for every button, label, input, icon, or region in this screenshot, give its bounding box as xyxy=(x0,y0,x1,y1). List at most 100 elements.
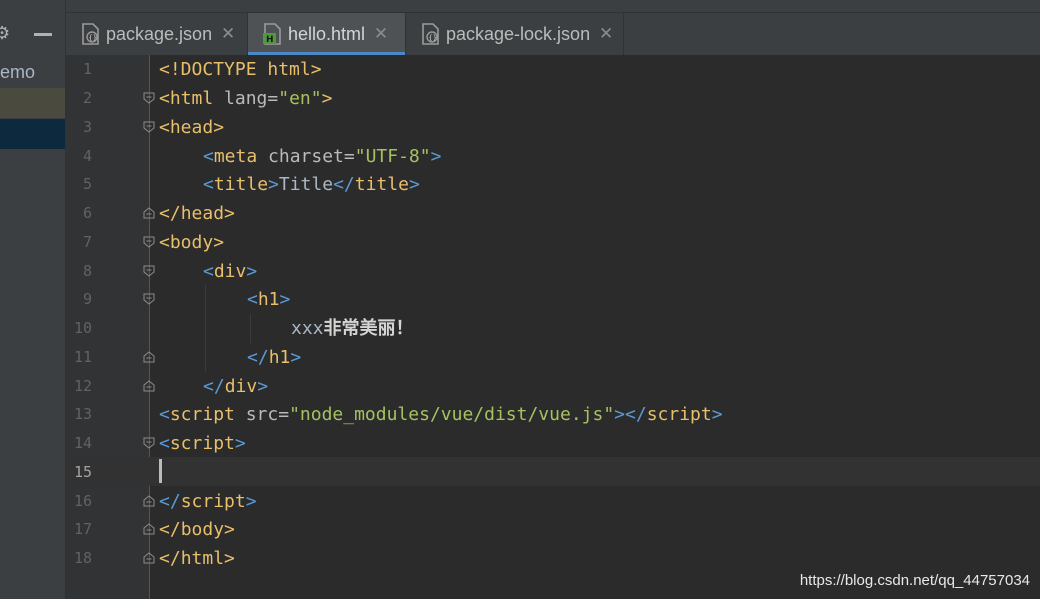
project-tree-row-highlighted[interactable] xyxy=(0,88,65,118)
line-number: 11 xyxy=(73,348,92,366)
line-number: 10 xyxy=(73,319,92,337)
line-number: 6 xyxy=(82,204,92,222)
code-line-16[interactable]: </script> xyxy=(159,487,257,516)
close-icon[interactable]: ✕ xyxy=(220,24,236,44)
line-number: 9 xyxy=(82,290,92,308)
gear-icon[interactable]: ⚙ xyxy=(0,24,14,44)
tag-name: head xyxy=(169,117,214,138)
fold-open-icon[interactable] xyxy=(143,293,155,305)
bracket: </ xyxy=(159,519,181,540)
fold-close-icon[interactable] xyxy=(143,207,155,219)
text-content: Title xyxy=(278,174,334,195)
bracket: > xyxy=(224,203,235,224)
line-number: 14 xyxy=(73,434,92,452)
tag-name: meta xyxy=(213,146,258,167)
tag-name: script xyxy=(180,491,246,512)
bracket: > xyxy=(224,519,235,540)
bracket: </ xyxy=(247,347,269,368)
fold-open-icon[interactable] xyxy=(143,121,155,133)
fold-close-icon[interactable] xyxy=(143,351,155,363)
code-line-5[interactable]: <title>Title</title> xyxy=(203,170,420,199)
bracket: < xyxy=(159,88,170,109)
fold-close-icon[interactable] xyxy=(143,523,155,535)
fold-close-icon[interactable] xyxy=(143,552,155,564)
bracket: > xyxy=(224,548,235,569)
html-file-icon: H xyxy=(262,23,282,45)
bracket: < xyxy=(159,404,170,425)
code-line-11[interactable]: </h1> xyxy=(247,343,301,372)
bracket: > xyxy=(245,491,257,512)
bracket: </ xyxy=(625,404,647,425)
line-number: 4 xyxy=(82,147,92,165)
fold-close-icon[interactable] xyxy=(143,495,155,507)
tag-name: script xyxy=(169,433,235,454)
code-line-18[interactable]: </html> xyxy=(159,544,235,573)
attr-value: "UTF-8" xyxy=(354,146,431,167)
code-line-14[interactable]: <script> xyxy=(159,429,246,458)
attr-name: charset= xyxy=(257,146,355,167)
attr-name: lang= xyxy=(213,88,279,109)
tab-hello-html[interactable]: H hello.html ✕ xyxy=(248,13,406,55)
attr-value: "node_modules/vue/dist/vue.js" xyxy=(289,404,615,425)
code-editor[interactable] xyxy=(150,55,1040,599)
svg-text:H: H xyxy=(266,35,274,45)
code-line-8[interactable]: <div> xyxy=(203,257,257,286)
bracket: > xyxy=(290,347,302,368)
line-number: 3 xyxy=(82,118,92,136)
project-name-fragment[interactable]: emo xyxy=(0,62,35,83)
code-line-3[interactable]: <head> xyxy=(159,113,224,142)
indent-guide xyxy=(250,314,251,343)
code-line-9[interactable]: <h1> xyxy=(247,285,290,314)
minimize-icon[interactable] xyxy=(34,33,52,36)
code-line-7[interactable]: <body> xyxy=(159,228,224,257)
code-line-12[interactable]: </div> xyxy=(203,372,268,401)
code-line-4[interactable]: <meta charset="UTF-8"> xyxy=(203,142,441,171)
tab-label: package-lock.json xyxy=(446,23,591,44)
line-number: 1 xyxy=(82,60,92,78)
line-number: 8 xyxy=(82,262,92,280)
close-icon[interactable]: ✕ xyxy=(373,24,389,44)
project-tree-row-selected[interactable] xyxy=(0,119,65,149)
bracket: > xyxy=(257,376,269,397)
line-number-current: 15 xyxy=(73,463,92,481)
tag-name: h1 xyxy=(257,289,280,310)
editor-tab-bar: {} package.json ✕ H hello.html ✕ {} pack… xyxy=(66,0,1040,55)
fold-close-icon[interactable] xyxy=(143,380,155,392)
code-line-10[interactable]: xxx非常美丽！ xyxy=(291,314,414,343)
bracket: > xyxy=(711,404,723,425)
tag-name: html xyxy=(180,548,225,569)
bracket: > xyxy=(279,289,291,310)
fold-open-icon[interactable] xyxy=(143,92,155,104)
tab-bar-top-strip xyxy=(66,0,1040,13)
line-number: 17 xyxy=(73,520,92,538)
line-number: 13 xyxy=(73,405,92,423)
code-line-13[interactable]: <script src="node_modules/vue/dist/vue.j… xyxy=(159,400,723,429)
fold-open-icon[interactable] xyxy=(143,437,155,449)
bracket: < xyxy=(159,232,170,253)
code-line-1[interactable]: <!DOCTYPE html> xyxy=(159,55,322,84)
bracket: </ xyxy=(159,548,181,569)
bracket: > xyxy=(234,433,246,454)
tab-package-lock-json[interactable]: {} package-lock.json ✕ xyxy=(406,13,624,55)
tab-package-json[interactable]: {} package.json ✕ xyxy=(66,13,248,55)
attr-value: "en" xyxy=(278,88,322,109)
bracket: < xyxy=(203,146,214,167)
svg-text:{}: {} xyxy=(429,34,437,42)
close-icon[interactable]: ✕ xyxy=(598,24,614,44)
line-number: 16 xyxy=(73,492,92,510)
tag-name: script xyxy=(646,404,712,425)
tag-name: html xyxy=(169,88,214,109)
line-number: 5 xyxy=(82,175,92,193)
bracket: > xyxy=(408,174,420,195)
code-line-2[interactable]: <html lang="en"> xyxy=(159,84,332,113)
code-line-17[interactable]: </body> xyxy=(159,515,235,544)
tab-label: package.json xyxy=(106,23,213,44)
fold-open-icon[interactable] xyxy=(143,236,155,248)
tag-name: head xyxy=(180,203,225,224)
code-line-6[interactable]: </head> xyxy=(159,199,235,228)
project-panel: ⚙ emo xyxy=(0,0,65,599)
bracket: > xyxy=(213,117,225,138)
bracket: </ xyxy=(203,376,225,397)
line-number: 2 xyxy=(82,89,92,107)
fold-open-icon[interactable] xyxy=(143,265,155,277)
